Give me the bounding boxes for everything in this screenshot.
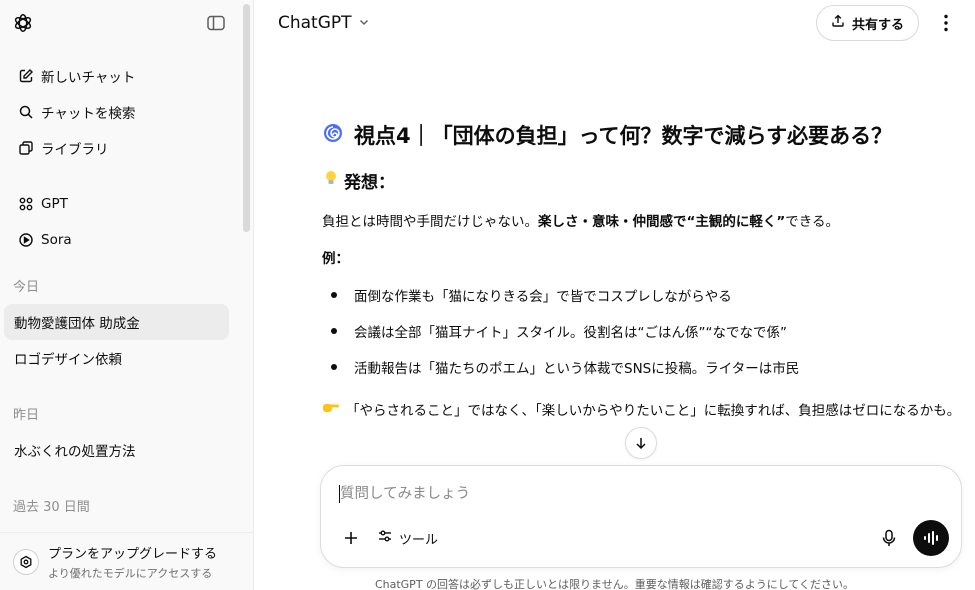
sidebar-item-label: 新しいチャット xyxy=(41,70,136,86)
bullet-dot xyxy=(331,328,337,334)
openai-logo-icon[interactable] xyxy=(10,10,36,36)
share-label: 共有する xyxy=(851,17,904,33)
upgrade-text: プランをアップグレードする より優れたモデルにアクセスする xyxy=(48,543,217,581)
message-heading: 視点4｜「団体の負担」って何？数字で減らす必要ある？ xyxy=(322,120,922,150)
waveform-icon xyxy=(924,531,938,545)
main-panel: ChatGPT 共有する 視点4｜「団体の負担」って何？数字で減らす必要ある？ xyxy=(254,0,975,590)
new-chat-icon xyxy=(17,67,35,85)
sora-play-icon xyxy=(17,231,35,249)
top-header: ChatGPT 共有する xyxy=(254,0,975,46)
sliders-icon xyxy=(377,528,393,548)
upgrade-badge-icon xyxy=(13,548,39,575)
sidebar-item-label: チャットを検索 xyxy=(41,106,136,122)
tools-button[interactable]: ツール xyxy=(377,526,438,550)
sidebar-toggle-icon[interactable] xyxy=(203,10,229,36)
lightbulb-emoji-icon xyxy=(322,169,340,192)
attach-plus-icon[interactable] xyxy=(339,526,363,550)
sidebar-item-label: ライブラリ xyxy=(41,142,109,158)
chat-history-item[interactable]: 水ぶくれの処置方法 xyxy=(4,432,229,468)
message-paragraph: 負担とは時間や手間だけじゃない。楽しさ・意味・仲間感で“主観的に軽く”できる。 xyxy=(322,210,922,230)
list-item-text: 会議は全部「猫耳ナイト」スタイル。役割名は“ごはん係”“なでなで係” xyxy=(354,325,787,341)
chat-section-title: 今日 xyxy=(13,279,40,295)
sidebar-scrollbar[interactable] xyxy=(243,4,250,232)
example-label: 例： xyxy=(322,251,349,267)
tools-label: ツール xyxy=(399,532,439,548)
sidebar-item-new-chat[interactable]: 新しいチャット xyxy=(4,58,249,94)
message-subheading: 発想： xyxy=(322,168,922,193)
sidebar-item-library[interactable]: ライブラリ xyxy=(4,130,249,166)
sidebar-menu: 新しいチャット チャットを検索 ライブラリ GPT Sora xyxy=(0,58,253,258)
sidebar-top xyxy=(0,0,253,46)
model-name: ChatGPT xyxy=(278,13,352,33)
prompt-input[interactable] xyxy=(340,482,900,506)
message-composer: ツール xyxy=(320,465,962,568)
sidebar-item-search[interactable]: チャットを検索 xyxy=(4,94,249,130)
paragraph-end: できる。 xyxy=(785,214,839,230)
upgrade-subtitle: より優れたモデルにアクセスする xyxy=(48,566,213,580)
pointing-hand-emoji-icon xyxy=(322,399,340,419)
arrow-down-icon xyxy=(636,438,646,450)
bullet-dot xyxy=(331,364,337,370)
list-item: 面倒な作業も「猫になりきる会」で皆でコスプレしながらやる xyxy=(322,277,922,313)
chat-history-item[interactable]: ロゴデザイン依頼 xyxy=(4,340,229,376)
list-item-text: 面倒な作業も「猫になりきる会」で皆でコスプレしながらやる xyxy=(354,289,732,305)
example-list: 面倒な作業も「猫になりきる会」で皆でコスプレしながらやる 会議は全部「猫耳ナイト… xyxy=(322,277,922,385)
upgrade-title: プランをアップグレードする xyxy=(48,546,218,562)
chat-section-title: 過去 30 日間 xyxy=(13,499,90,515)
sidebar-item-label: Sora xyxy=(41,232,72,248)
library-icon xyxy=(17,139,35,157)
header-actions: 共有する xyxy=(815,5,961,41)
microphone-icon[interactable] xyxy=(877,526,901,550)
closing-text: 「やらされること」ではなく、「楽しいからやりたいこと」に転換すれば、負担感はゼロ… xyxy=(346,403,961,419)
more-options-icon[interactable] xyxy=(931,8,961,38)
heading-text: 視点4｜「団体の負担」って何？数字で減らす必要ある？ xyxy=(354,124,893,148)
paragraph-plain: 負担とは時間や手間だけじゃない。 xyxy=(322,214,538,230)
model-selector[interactable]: ChatGPT xyxy=(278,13,370,33)
list-item: 会議は全部「猫耳ナイト」スタイル。役割名は“ごはん係”“なでなで係” xyxy=(322,313,922,349)
sidebar-item-label: GPT xyxy=(41,196,68,212)
sidebar: 新しいチャット チャットを検索 ライブラリ GPT Sora 今日 動物愛護団体… xyxy=(0,0,254,590)
share-icon xyxy=(831,14,845,32)
list-item-text: 活動報告は「猫たちのポエム」という体裁でSNSに投稿。ライターは市民 xyxy=(354,361,800,377)
chevron-down-icon xyxy=(358,13,370,33)
search-icon xyxy=(17,103,35,121)
disclaimer-text: ChatGPT の回答は必ずしも正しいとは限りません。重要な情報は確認するように… xyxy=(374,578,855,590)
assistant-message: 視点4｜「団体の負担」って何？数字で減らす必要ある？ 発想： 負担とは時間や手間… xyxy=(322,120,960,419)
cyclone-emoji-icon xyxy=(322,122,344,149)
subheading-text: 発想： xyxy=(344,173,395,193)
gpt-grid-icon xyxy=(17,195,35,213)
scroll-down-button[interactable] xyxy=(625,427,657,459)
chat-section-title: 昨日 xyxy=(13,407,40,423)
closing-line: 「やらされること」ではなく、「楽しいからやりたいこと」に転換すれば、負担感はゼロ… xyxy=(322,399,960,419)
chat-history-item[interactable]: 動物愛護団体 助成金 xyxy=(4,304,229,340)
bullet-dot xyxy=(331,292,337,298)
sidebar-item-gpt[interactable]: GPT xyxy=(4,186,249,222)
share-button[interactable]: 共有する xyxy=(815,5,919,41)
sidebar-item-sora[interactable]: Sora xyxy=(4,222,249,258)
list-item: 活動報告は「猫たちのポエム」という体裁でSNSに投稿。ライターは市民 xyxy=(322,349,922,385)
voice-mode-button[interactable] xyxy=(913,520,949,556)
upgrade-plan-button[interactable]: プランをアップグレードする より優れたモデルにアクセスする xyxy=(0,532,253,590)
paragraph-bold: 楽しさ・意味・仲間感で“主観的に軽く” xyxy=(538,214,786,230)
